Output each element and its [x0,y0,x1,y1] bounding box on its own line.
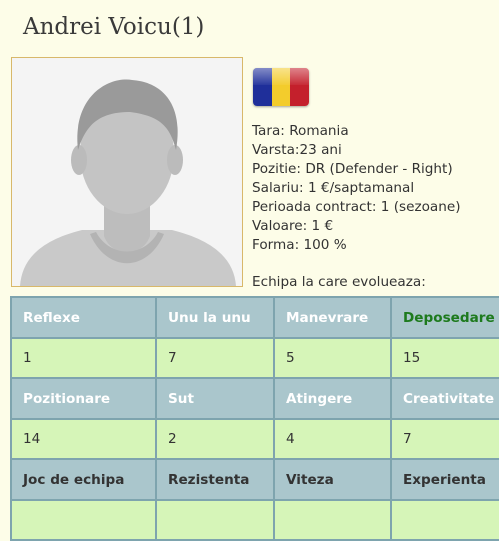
stat-label: Atingere [273,377,392,420]
stats-value-row: 14 2 4 7 [10,418,499,460]
avatar-placeholder-icon [12,58,242,286]
stat-value: 15 [390,337,499,379]
stats-table: Reflexe Unu la unu Manevrare Deposedare … [10,296,499,541]
stat-value [10,499,157,541]
stat-label: Sut [155,377,275,420]
info-value: Valoare: 1 € [252,218,334,234]
stats-header-row: Joc de echipa Rezistenta Viteza Experien… [10,458,499,501]
info-contract: Perioada contract: 1 (sezoane) [252,199,461,215]
country-flag-icon [253,68,309,106]
info-position: Pozitie: DR (Defender - Right) [252,161,453,177]
stat-value: 2 [155,418,275,460]
stat-value: 4 [273,418,392,460]
stat-value: 7 [390,418,499,460]
stat-label: Unu la unu [155,296,275,339]
info-country: Tara: Romania [252,123,349,139]
stat-label: Reflexe [10,296,157,339]
stat-value: 5 [273,337,392,379]
stat-value: 1 [10,337,157,379]
stats-header-row: Pozitionare Sut Atingere Creativitate [10,377,499,420]
stat-label: Creativitate [390,377,499,420]
stat-label: Rezistenta [155,458,275,501]
stat-label-highlighted: Deposedare [390,296,499,339]
team-label: Echipa la care evolueaza: [252,274,426,290]
stat-value [273,499,392,541]
stat-label: Viteza [273,458,392,501]
info-age: Varsta:23 ani [252,142,342,158]
stats-value-row: 1 7 5 15 [10,337,499,379]
stat-label: Experienta [390,458,499,501]
stat-label: Manevrare [273,296,392,339]
stat-value [155,499,275,541]
player-photo [11,57,243,287]
stat-value: 7 [155,337,275,379]
stats-value-row [10,499,499,541]
stat-value [390,499,499,541]
player-name: Andrei Voicu(1) [23,14,205,40]
stat-value: 14 [10,418,157,460]
stat-label: Joc de echipa [10,458,157,501]
stat-label: Pozitionare [10,377,157,420]
player-info: Tara: Romania Varsta:23 ani Pozitie: DR … [252,122,461,255]
stats-header-row: Reflexe Unu la unu Manevrare Deposedare [10,296,499,339]
info-salary: Salariu: 1 €/saptamanal [252,180,415,196]
info-form: Forma: 100 % [252,237,347,253]
